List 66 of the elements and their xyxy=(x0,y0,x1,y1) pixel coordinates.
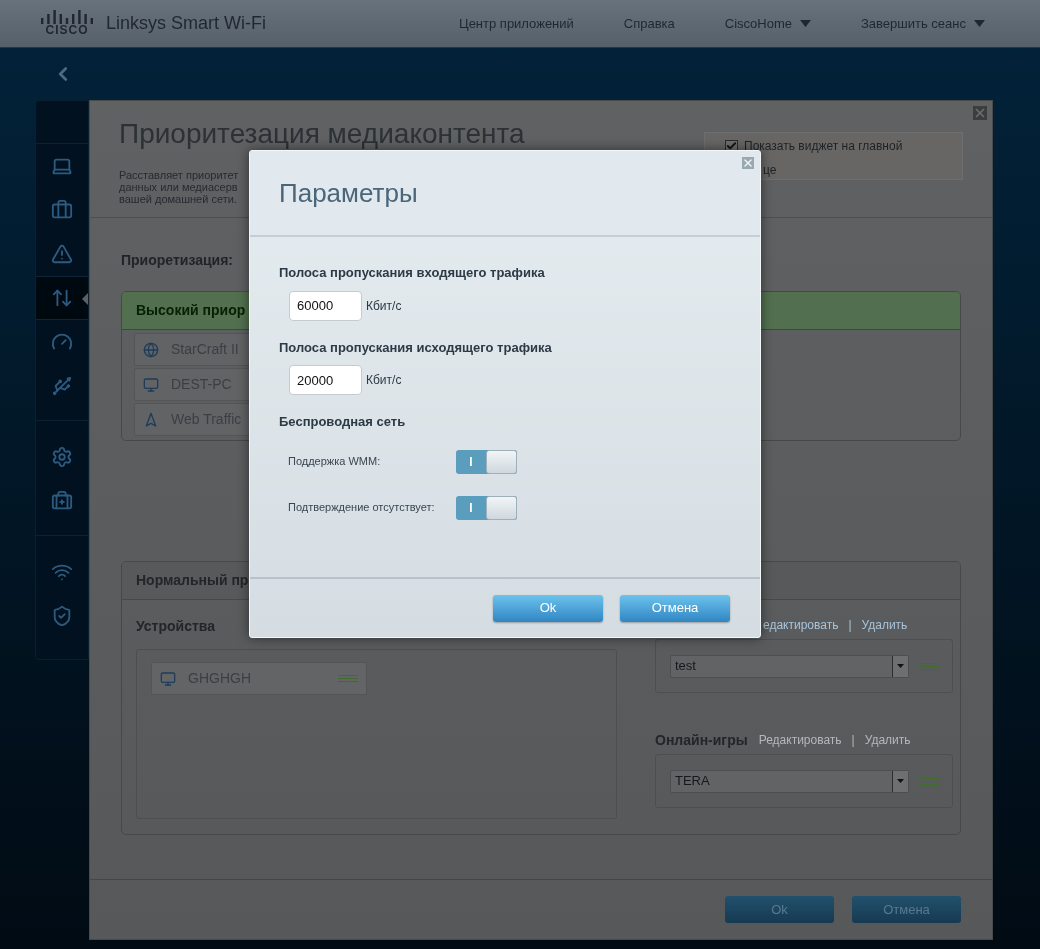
link-separator: | xyxy=(848,617,852,634)
category-select[interactable]: TERA xyxy=(670,769,909,793)
unit-label: Кбит/с xyxy=(366,297,402,315)
nav-link[interactable]: Завершить сеанс xyxy=(861,13,985,34)
edit-link[interactable]: Редактировать xyxy=(758,731,842,749)
logo-text: CISCO xyxy=(45,24,89,37)
briefcase-icon xyxy=(51,199,73,221)
monitor-icon xyxy=(160,670,176,687)
arrows-icon xyxy=(51,287,73,309)
warning-icon xyxy=(51,243,73,265)
toggle-on-mark: I xyxy=(468,499,474,517)
monitor-icon xyxy=(143,376,159,393)
bandwidth-input[interactable]: 20000 xyxy=(289,365,362,395)
check-icon xyxy=(726,140,737,152)
drag-handle-icon[interactable] xyxy=(919,777,939,785)
toggle-on-mark: I xyxy=(468,453,474,471)
drag-handle-icon[interactable] xyxy=(338,675,358,682)
dropdown-caret-icon xyxy=(892,770,908,792)
bars-logo-icon xyxy=(40,10,94,24)
close-icon[interactable] xyxy=(973,106,987,120)
product-name: Linksys Smart Wi-Fi xyxy=(106,12,266,35)
link-separator: | xyxy=(851,732,855,749)
close-icon[interactable] xyxy=(742,157,754,169)
ok-button[interactable]: Ok xyxy=(493,594,603,622)
field-label: Полоса пропускания исходящего трафика xyxy=(279,338,553,357)
panel-title: Высокий приор xyxy=(136,301,246,320)
usb-icon xyxy=(51,375,73,397)
sidebar-item[interactable] xyxy=(36,276,88,320)
toggle-label: Подтверждение отсутствует: xyxy=(288,500,436,516)
shield-icon xyxy=(51,605,73,627)
section-label: Приоретизация: xyxy=(121,251,234,268)
globe-icon xyxy=(143,341,159,358)
first-aid-kit-icon xyxy=(51,490,73,512)
toggle-thumb xyxy=(486,449,517,474)
field-label: Полоса пропускания входящего трафика xyxy=(279,264,546,282)
description-line: Расставляет приоритет xyxy=(119,169,239,181)
nav-link[interactable]: CiscoHome xyxy=(724,13,811,34)
toggle-switch[interactable]: I xyxy=(456,449,517,474)
pointer-icon xyxy=(82,293,88,305)
arrow-icon xyxy=(143,411,159,428)
description-line: данных или медиасерв xyxy=(119,181,238,193)
ok-button[interactable]: Ok xyxy=(725,896,834,923)
cancel-button[interactable]: Отмена xyxy=(852,896,961,923)
devices-label: Устройства xyxy=(136,617,217,634)
delete-link[interactable]: Удалить xyxy=(864,731,911,749)
category-select[interactable]: test xyxy=(670,654,909,678)
checkbox-label: Показать виджет на главной xyxy=(744,138,903,155)
toggle-thumb xyxy=(486,495,517,520)
drag-handle-icon[interactable] xyxy=(919,662,939,670)
section-title: Беспроводная сеть xyxy=(279,413,407,431)
bandwidth-input[interactable]: 60000 xyxy=(289,290,362,321)
caret-icon xyxy=(974,20,985,27)
dropdown-caret-icon xyxy=(892,655,908,677)
nav-link[interactable]: Центр приложений xyxy=(459,13,574,34)
caret-icon xyxy=(800,20,811,27)
checkbox-label-continuation: це xyxy=(763,162,778,179)
dialog-title: Параметры xyxy=(279,176,418,210)
cancel-button[interactable]: Отмена xyxy=(620,594,730,622)
toggle-label: Поддержка WMM: xyxy=(288,454,382,470)
nav-link[interactable]: Справка xyxy=(623,13,675,34)
settings-icon xyxy=(51,446,73,468)
unit-label: Кбит/с xyxy=(366,372,402,389)
delete-link[interactable]: Удалить xyxy=(861,616,908,634)
edit-link[interactable]: едактировать xyxy=(763,616,839,634)
description-line: вашей домашней сети. xyxy=(119,193,237,205)
toggle-switch[interactable]: I xyxy=(456,495,517,520)
